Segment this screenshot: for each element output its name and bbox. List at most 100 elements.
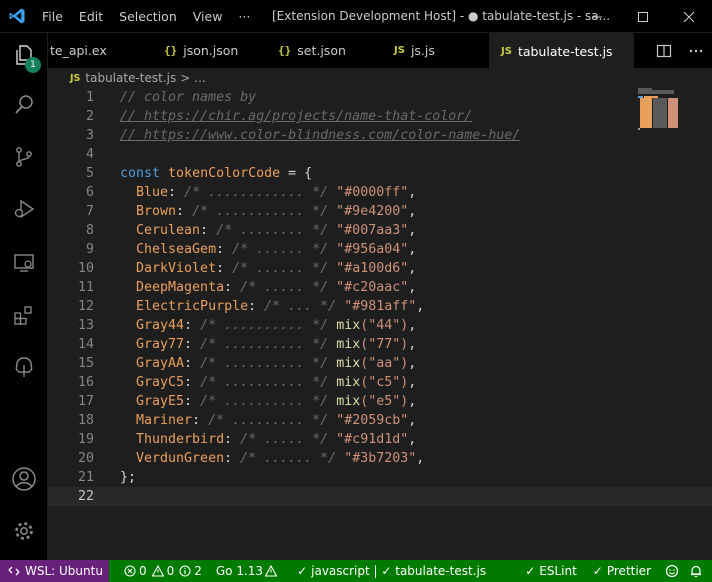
padding-comment: /* ... */ bbox=[264, 299, 337, 314]
code-content: GrayC5: /* .......... */ mix("c5"), bbox=[120, 373, 416, 392]
argument: ("aa") bbox=[360, 356, 409, 371]
check-icon: ✓ bbox=[592, 564, 603, 578]
padding-comment: /* ...... */ bbox=[232, 242, 329, 257]
close-button[interactable] bbox=[666, 0, 712, 33]
overview-ruler[interactable] bbox=[698, 88, 712, 560]
line-number: 2 bbox=[85, 109, 94, 124]
split-editor-button[interactable] bbox=[648, 33, 680, 68]
punctuation: : bbox=[224, 432, 241, 447]
padding-comment: /* ..... */ bbox=[240, 432, 329, 447]
eslint-label: ESLint bbox=[539, 564, 577, 578]
code-content: // https://www.color-blindness.com/color… bbox=[120, 126, 520, 145]
account-icon[interactable] bbox=[0, 459, 48, 499]
padding-comment: /* ............ */ bbox=[184, 185, 329, 200]
line-number: 18 bbox=[77, 413, 94, 428]
line-number: 11 bbox=[77, 280, 94, 295]
tab-js-js[interactable]: JS js.js bbox=[362, 33, 489, 68]
code-content: Brown: /* ........... */ "#9e4200", bbox=[120, 202, 416, 221]
code-line: 10 DarkViolet: /* ...... */ "#a100d6", bbox=[48, 259, 712, 278]
code-line: 18 Mariner: /* ......... */ "#2059cb", bbox=[48, 411, 712, 430]
function-name: mix bbox=[336, 394, 361, 409]
feedback-button[interactable] bbox=[660, 560, 684, 582]
split-editor-icon bbox=[656, 44, 672, 57]
tab-set-json[interactable]: {} set.json bbox=[252, 33, 362, 68]
code-line: 19 Thunderbird: /* ..... */ "#c91d1d", bbox=[48, 430, 712, 449]
eslint-indicator[interactable]: ✓ ESLint bbox=[520, 560, 582, 582]
function-name: mix bbox=[336, 356, 361, 371]
code-content: Mariner: /* ......... */ "#2059cb", bbox=[120, 411, 416, 430]
line-number: 9 bbox=[85, 242, 94, 257]
warning-icon bbox=[265, 565, 278, 577]
close-icon bbox=[683, 11, 695, 22]
code-content: DeepMagenta: /* ..... */ "#c20aac", bbox=[120, 278, 416, 297]
punctuation: : bbox=[192, 413, 209, 428]
remote-explorer-icon[interactable] bbox=[0, 243, 48, 283]
maximize-button[interactable] bbox=[620, 0, 666, 33]
argument: ("c5") bbox=[360, 375, 409, 390]
line-number: 13 bbox=[77, 318, 94, 333]
code-editor[interactable]: 1 // color names by 2 // https://chir.ag/pr… bbox=[48, 88, 712, 560]
go-version-indicator[interactable]: Go 1.13 bbox=[211, 560, 282, 582]
menu-file[interactable]: File bbox=[34, 0, 71, 33]
padding-comment: /* ......... */ bbox=[208, 413, 329, 428]
notifications-button[interactable] bbox=[684, 560, 708, 582]
line-number: 4 bbox=[85, 147, 94, 162]
run-debug-icon[interactable] bbox=[0, 189, 48, 229]
punctuation: : bbox=[168, 185, 185, 200]
go-version-label: Go 1.13 bbox=[215, 564, 264, 578]
tab-json-json[interactable]: {} json.json bbox=[144, 33, 252, 68]
source-control-icon[interactable] bbox=[0, 137, 48, 177]
tab-tabulate-test-js[interactable]: JS tabulate-test.js bbox=[489, 33, 634, 68]
files-icon[interactable]: 1 bbox=[0, 35, 48, 75]
prettier-label: Prettier bbox=[606, 564, 651, 578]
js-file-icon: JS bbox=[501, 45, 512, 57]
more-actions-button[interactable] bbox=[680, 33, 712, 68]
window-title: [Extension Development Host] - ● tabulat… bbox=[272, 9, 611, 23]
js-file-icon: JS bbox=[394, 45, 405, 56]
punctuation: = { bbox=[280, 166, 313, 181]
comment-link[interactable]: // https://chir.ag/projects/name-that-co… bbox=[120, 109, 472, 124]
punctuation: , bbox=[408, 432, 417, 447]
vscode-logo-icon bbox=[0, 0, 34, 33]
comment-link[interactable]: // https://www.color-blindness.com/color… bbox=[120, 128, 520, 143]
language-check-indicator[interactable]: ✓ javascript | ✓ tabulate-test.js bbox=[292, 560, 491, 582]
code-line: 11 DeepMagenta: /* ..... */ "#c20aac", bbox=[48, 278, 712, 297]
remote-indicator[interactable]: WSL: Ubuntu bbox=[0, 560, 109, 582]
prettier-indicator[interactable]: ✓ Prettier bbox=[588, 560, 656, 582]
problems-indicator[interactable]: 0 0 2 bbox=[119, 560, 207, 582]
punctuation: , bbox=[408, 375, 417, 390]
breadcrumb-separator: > bbox=[180, 71, 191, 85]
line-number: 5 bbox=[85, 166, 94, 181]
property-key: DeepMagenta bbox=[136, 280, 225, 295]
property-key: Gray44 bbox=[136, 318, 185, 333]
ellipsis-icon bbox=[689, 49, 703, 52]
tree-icon[interactable] bbox=[0, 347, 48, 387]
tab-te-api[interactable]: te_api.ex bbox=[48, 33, 144, 68]
search-icon[interactable] bbox=[0, 85, 48, 125]
menu-more[interactable]: ··· bbox=[230, 0, 258, 33]
string-value: "#c91d1d" bbox=[336, 432, 409, 447]
breadcrumb-more[interactable]: ... bbox=[194, 71, 205, 85]
maximize-icon bbox=[638, 11, 648, 22]
code-line: 1 // color names by bbox=[48, 88, 712, 107]
line-number: 3 bbox=[85, 128, 94, 143]
menu-selection[interactable]: Selection bbox=[111, 0, 185, 33]
menu-view[interactable]: View bbox=[185, 0, 231, 33]
minimize-button[interactable] bbox=[574, 0, 620, 33]
gear-icon[interactable] bbox=[0, 511, 48, 551]
minimap[interactable] bbox=[638, 88, 698, 133]
comment: // color names by bbox=[120, 90, 257, 105]
line-number: 15 bbox=[77, 356, 94, 371]
punctuation: : bbox=[184, 356, 201, 371]
menu-edit[interactable]: Edit bbox=[71, 0, 111, 33]
breadcrumb: JS tabulate-test.js > ... bbox=[48, 68, 712, 88]
extensions-icon[interactable] bbox=[0, 295, 48, 335]
breadcrumb-file[interactable]: tabulate-test.js bbox=[85, 71, 176, 85]
